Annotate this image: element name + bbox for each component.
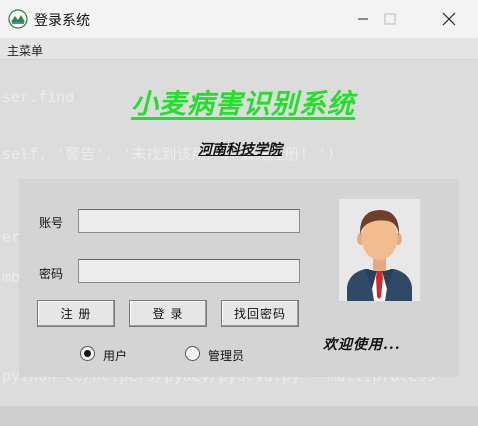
user-avatar-icon <box>347 210 412 301</box>
app-logo-icon <box>8 9 28 29</box>
close-button[interactable] <box>426 0 472 38</box>
role-user-label: 用户 <box>103 349 128 363</box>
password-label: 密码 <box>39 267 64 281</box>
role-admin-label: 管理员 <box>208 349 245 363</box>
recover-password-button[interactable]: 找回密码 <box>221 300 299 327</box>
login-button[interactable]: 登 录 <box>129 300 207 327</box>
bg-code-line: ser.find <box>2 88 75 106</box>
password-input[interactable] <box>78 259 300 283</box>
account-label: 账号 <box>39 216 64 230</box>
close-icon <box>442 12 456 26</box>
status-strip <box>0 406 478 426</box>
role-user-radio[interactable] <box>80 346 95 361</box>
avatar <box>339 199 420 301</box>
window-titlebar[interactable]: 登录系统 <box>0 0 478 38</box>
maximize-button[interactable] <box>367 0 413 38</box>
page-subtitle: 河南科技学院 <box>198 142 282 158</box>
role-admin-radio[interactable] <box>185 346 200 361</box>
menu-bar: 主菜单 <box>0 38 478 60</box>
page-title: 小麦病害识别系统 <box>131 89 355 120</box>
register-button[interactable]: 注 册 <box>37 300 115 327</box>
window-title: 登录系统 <box>34 13 90 29</box>
menu-item-main[interactable]: 主菜单 <box>7 42 43 59</box>
maximize-icon <box>384 13 396 25</box>
account-input[interactable] <box>78 209 300 233</box>
welcome-text: 欢迎使用... <box>323 337 401 353</box>
